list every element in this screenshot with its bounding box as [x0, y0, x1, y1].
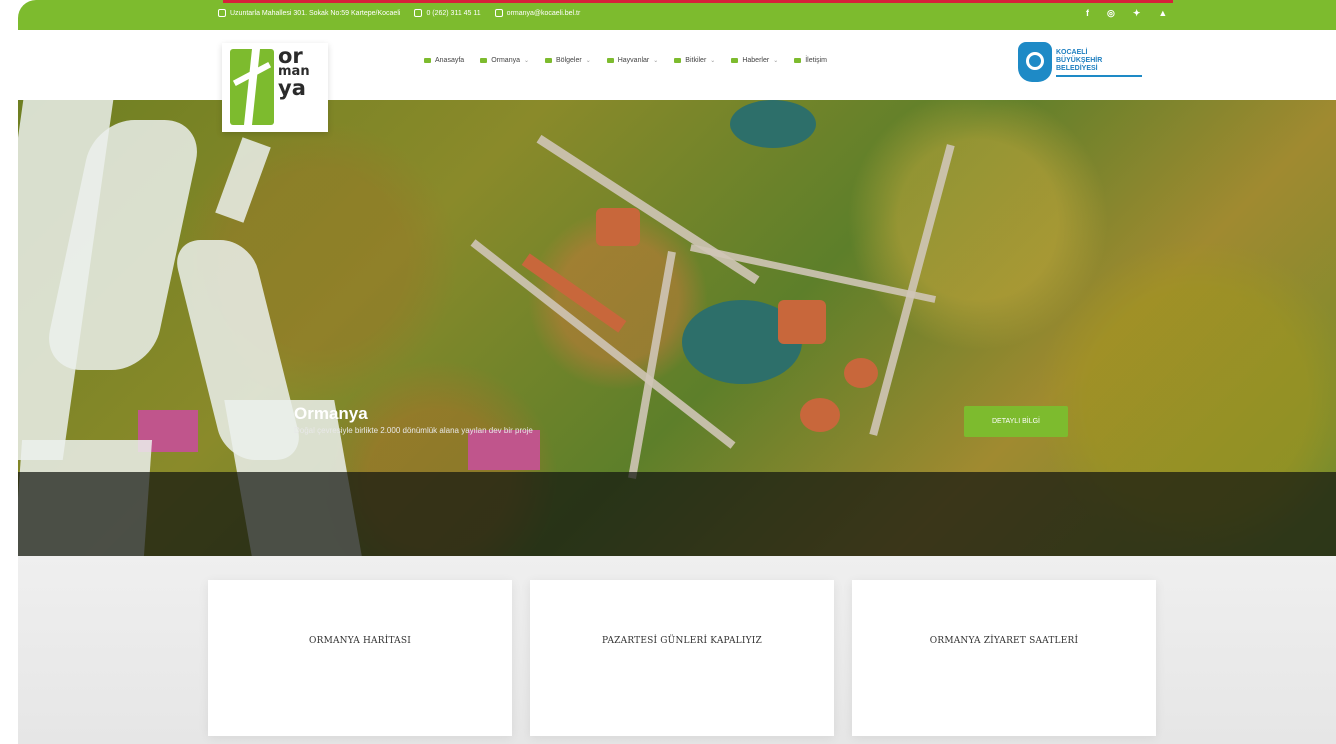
nav-label: Bölgeler — [556, 57, 582, 64]
partner-underline — [1056, 75, 1142, 77]
hero-roof — [844, 358, 878, 388]
hero-title: Ormanya — [294, 404, 368, 423]
nav-item-bitkiler[interactable]: Bitkiler ⌄ — [674, 57, 715, 64]
location-icon — [218, 9, 226, 17]
phone-text[interactable]: 0 (262) 311 45 11 — [426, 10, 480, 17]
nav-label: Ormanya — [491, 57, 520, 64]
nav-label: Haberler — [742, 57, 770, 64]
hero-subtitle: Doğal çevresiyle birlikte 2.000 dönümlük… — [294, 426, 533, 435]
partner-name: KOCAELİ BÜYÜKŞEHİR BELEDİYESİ — [1056, 49, 1102, 73]
email-item[interactable]: ormanya@kocaeli.bel.tr — [494, 9, 581, 17]
chevron-down-icon: ⌄ — [585, 58, 591, 64]
hero-path — [690, 244, 936, 303]
hero-roof — [778, 300, 826, 344]
twitter-icon[interactable]: ✦ — [1133, 8, 1141, 19]
municipality-emblem-icon — [1018, 42, 1052, 82]
partner-line2: BÜYÜKŞEHİR — [1056, 57, 1103, 64]
hero-roof — [800, 398, 840, 432]
partner-line3: BELEDİYESİ — [1056, 65, 1098, 72]
phone-icon — [794, 58, 802, 63]
hero-decor-ribbon — [215, 137, 271, 223]
address-item: Uzuntarla Mahallesi 301. Sokak No:59 Kar… — [218, 9, 400, 17]
main-nav: Anasayfa Ormanya ⌄ Bölgeler ⌄ Hayvanlar … — [424, 57, 827, 64]
mail-icon — [494, 9, 503, 17]
hero-roof — [596, 208, 640, 246]
social-links: f ◎ ✦ ▲ — [1086, 8, 1167, 19]
address-text: Uzuntarla Mahallesi 301. Sokak No:59 Kar… — [230, 9, 401, 17]
hero-pond — [730, 100, 816, 148]
news-icon — [731, 58, 739, 63]
card-title: ORMANYA ZİYARET SAATLERİ — [929, 636, 1079, 646]
nav-item-haberler[interactable]: Haberler ⌄ — [731, 57, 778, 64]
chevron-down-icon: ⌄ — [773, 58, 779, 64]
nav-item-ormanya[interactable]: Ormanya ⌄ — [480, 57, 529, 64]
pin-icon — [545, 58, 553, 63]
logo-line1: or — [278, 44, 303, 68]
chevron-down-icon: ⌄ — [710, 58, 716, 64]
nav-item-anasayfa[interactable]: Anasayfa — [424, 57, 464, 64]
tree-icon — [480, 58, 488, 63]
home-icon — [424, 58, 431, 63]
logo-wordmark: or man ya — [278, 44, 324, 100]
phone-item[interactable]: 0 (262) 311 45 11 — [414, 9, 481, 17]
phone-icon — [414, 9, 423, 17]
top-bar: Uzuntarla Mahallesi 301. Sokak No:59 Kar… — [18, 0, 1336, 30]
nav-item-bolgeler[interactable]: Bölgeler ⌄ — [545, 57, 591, 64]
logo-tree-icon — [230, 49, 274, 125]
paw-icon — [606, 58, 614, 63]
nav-label: İletişim — [805, 57, 827, 64]
details-button[interactable]: DETAYLI BİLGİ — [964, 406, 1068, 437]
card-visiting-hours[interactable]: ORMANYA ZİYARET SAATLERİ — [852, 580, 1156, 736]
leaf-icon — [674, 58, 682, 63]
chevron-down-icon: ⌄ — [523, 58, 530, 64]
chevron-down-icon: ⌄ — [653, 58, 659, 64]
page: Uzuntarla Mahallesi 301. Sokak No:59 Kar… — [0, 0, 1336, 744]
nav-label: Anasayfa — [435, 57, 465, 64]
contact-info: Uzuntarla Mahallesi 301. Sokak No:59 Kar… — [218, 9, 580, 17]
facebook-icon[interactable]: f — [1086, 8, 1089, 19]
nav-item-iletisim[interactable]: İletişim — [794, 57, 827, 64]
user-icon[interactable]: ▲ — [1158, 8, 1167, 19]
email-text[interactable]: ormanya@kocaeli.bel.tr — [507, 10, 581, 17]
hero-building — [468, 430, 540, 470]
card-title: PAZARTESİ GÜNLERİ KAPALIYIZ — [602, 636, 762, 646]
partner-line1: KOCAELİ — [1056, 49, 1088, 56]
hero-caption-band — [18, 472, 1336, 556]
nav-label: Bitkiler — [685, 57, 707, 64]
nav-label: Hayvanlar — [617, 57, 650, 64]
partner-logo[interactable]: KOCAELİ BÜYÜKŞEHİR BELEDİYESİ — [1018, 40, 1146, 88]
card-title: ORMANYA HARİTASI — [309, 636, 411, 646]
instagram-icon[interactable]: ◎ — [1107, 8, 1115, 19]
hero-path — [536, 134, 760, 285]
card-monday-closed[interactable]: PAZARTESİ GÜNLERİ KAPALIYIZ — [530, 580, 834, 736]
nav-item-hayvanlar[interactable]: Hayvanlar ⌄ — [606, 57, 659, 64]
site-logo[interactable]: or man ya — [222, 43, 328, 132]
card-ormanya-map[interactable]: ORMANYA HARİTASI — [208, 580, 512, 736]
logo-line3: ya — [278, 76, 306, 100]
hero-banner — [18, 100, 1336, 556]
top-accent-line — [223, 0, 1173, 3]
